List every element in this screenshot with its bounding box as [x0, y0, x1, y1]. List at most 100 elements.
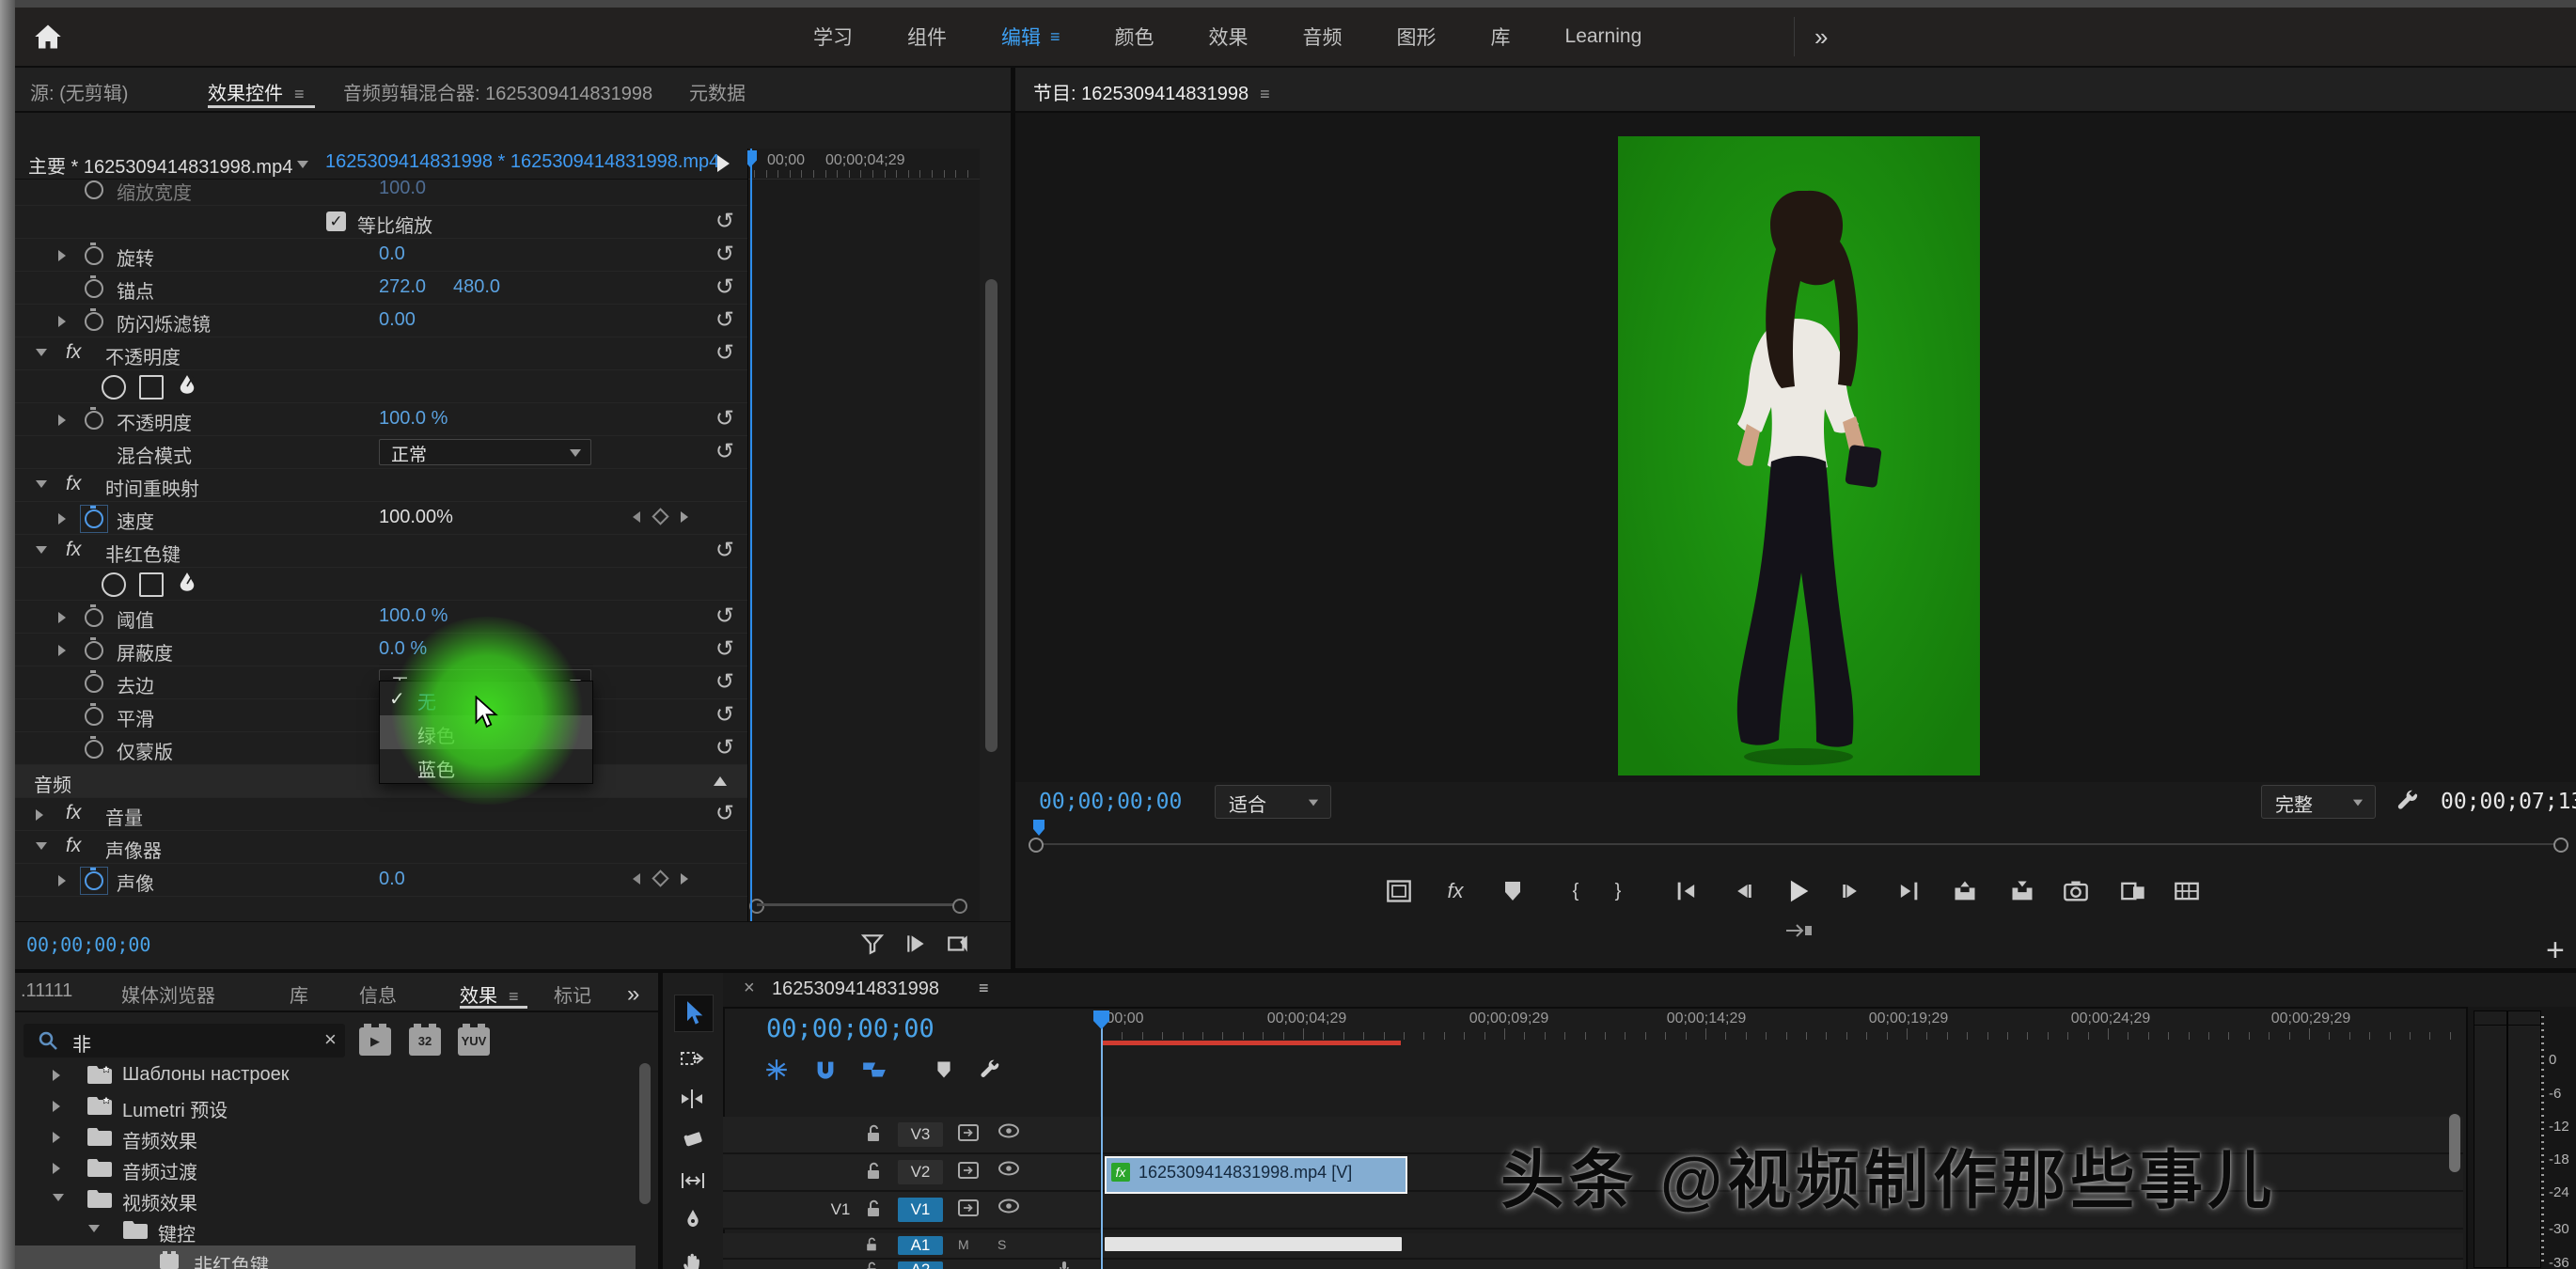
- property-value[interactable]: 100.00%: [379, 507, 453, 528]
- tree-item-非红色键[interactable]: 非红色键: [15, 1246, 636, 1269]
- stopwatch-icon[interactable]: [85, 279, 103, 298]
- snap-icon[interactable]: [809, 1054, 841, 1086]
- previous-keyframe-icon[interactable]: [633, 873, 640, 885]
- reset-parameter-icon[interactable]: ↺: [715, 241, 734, 268]
- yuv-badge[interactable]: YUV: [458, 1027, 490, 1056]
- timeline-clip[interactable]: fx 1625309414831998.mp4 [V]: [1105, 1156, 1407, 1194]
- reset-parameter-icon[interactable]: ↺: [715, 800, 734, 827]
- mark-in-icon[interactable]: {: [1560, 875, 1592, 907]
- stopwatch-icon[interactable]: [85, 740, 103, 759]
- stopwatch-icon[interactable]: [85, 707, 103, 726]
- vertical-scrollbar[interactable]: [2449, 1114, 2460, 1172]
- extract-icon[interactable]: [2006, 875, 2038, 907]
- chevron-right-icon[interactable]: [58, 612, 66, 623]
- add-keyframe-icon[interactable]: [652, 508, 668, 525]
- stopwatch-icon[interactable]: [85, 180, 103, 199]
- stopwatch-icon[interactable]: [85, 608, 103, 627]
- tree-item-键控[interactable]: 键控: [15, 1214, 636, 1246]
- go-to-in-icon[interactable]: [1671, 875, 1703, 907]
- export-frame-icon[interactable]: [946, 932, 970, 956]
- chevron-right-icon[interactable]: [58, 250, 66, 261]
- lock-icon[interactable]: [864, 1236, 879, 1253]
- lift-icon[interactable]: [1949, 875, 1981, 907]
- previous-keyframe-icon[interactable]: [633, 511, 640, 523]
- track-name-badge[interactable]: V1: [898, 1198, 943, 1222]
- tab-标记[interactable]: 标记: [554, 980, 591, 1008]
- menu-item-音频[interactable]: 音频: [1276, 23, 1370, 51]
- keyframe-lane[interactable]: 00;00 00;00;04;29: [747, 149, 980, 921]
- reset-parameter-icon[interactable]: ↺: [715, 603, 734, 630]
- sequence-clip-name[interactable]: 1625309414831998 * 1625309414831998.mp4: [325, 151, 719, 173]
- workspace-overflow-button[interactable]: »: [1814, 23, 1824, 52]
- play-clip-icon[interactable]: [904, 932, 929, 956]
- chevron-down-icon[interactable]: [36, 349, 47, 356]
- export-frame-icon[interactable]: [2060, 875, 2092, 907]
- menu-item-编辑[interactable]: 编辑≡: [974, 23, 1088, 51]
- clear-search-icon[interactable]: ×: [324, 1027, 337, 1052]
- track-name-badge[interactable]: V2: [898, 1160, 943, 1184]
- 32bit-badge[interactable]: 32: [409, 1027, 441, 1056]
- property-value[interactable]: 272.0: [379, 276, 426, 298]
- tab-.11111[interactable]: .11111: [21, 980, 72, 1002]
- play-button[interactable]: [1782, 875, 1814, 907]
- panel-menu-icon[interactable]: ≡: [1050, 27, 1060, 47]
- reset-parameter-icon[interactable]: ↺: [715, 405, 734, 432]
- dropdown-混合模式[interactable]: 正常: [379, 439, 591, 465]
- track-name-badge[interactable]: A2: [898, 1261, 943, 1269]
- mark-out-icon[interactable]: }: [1602, 875, 1634, 907]
- tab-信息[interactable]: 信息: [359, 980, 397, 1008]
- menu-item-组件[interactable]: 组件: [880, 23, 974, 51]
- track-select-forward-tool[interactable]: [674, 1041, 712, 1076]
- tab-库[interactable]: 库: [290, 980, 308, 1008]
- drag-video-icon[interactable]: [1784, 921, 1813, 940]
- safe-margins-icon[interactable]: [1383, 875, 1415, 907]
- zoom-track[interactable]: [757, 903, 960, 906]
- panel-overflow-button[interactable]: »: [627, 981, 636, 1008]
- tab-音频剪辑混合器: 1625309414831998[interactable]: 音频剪辑混合器: 1625309414831998: [343, 78, 652, 105]
- panel-menu-icon[interactable]: ≡: [294, 85, 305, 103]
- collapse-section-icon[interactable]: [714, 776, 727, 786]
- panel-menu-icon[interactable]: ≡: [509, 987, 519, 1006]
- chevron-right-icon[interactable]: [58, 875, 66, 886]
- accelerated-effects-badge[interactable]: ▶: [359, 1027, 391, 1056]
- stopwatch-icon[interactable]: [85, 509, 103, 528]
- tree-item-Шаблоны настроек[interactable]: Шаблоны настроек: [15, 1059, 636, 1090]
- chevron-right-icon[interactable]: [36, 809, 43, 821]
- add-button[interactable]: +: [2546, 932, 2565, 969]
- toggle-track-output-eye-icon[interactable]: [997, 1198, 1020, 1214]
- vertical-scrollbar[interactable]: [985, 279, 997, 752]
- linked-selection-icon[interactable]: [858, 1054, 890, 1086]
- zoom-scrollbar[interactable]: [749, 899, 967, 912]
- tab-媒体浏览器[interactable]: 媒体浏览器: [121, 980, 215, 1008]
- ellipse-mask-icon[interactable]: [102, 375, 126, 400]
- source-patch[interactable]: V1: [825, 1198, 856, 1222]
- slip-tool[interactable]: [674, 1163, 712, 1198]
- hand-tool[interactable]: [674, 1246, 712, 1269]
- property-value[interactable]: 100.0 %: [379, 605, 448, 627]
- menu-item-库[interactable]: 库: [1464, 23, 1538, 51]
- playback-resolution-select[interactable]: 完整: [2261, 785, 2376, 819]
- vertical-scrollbar[interactable]: [639, 1063, 651, 1204]
- stopwatch-icon[interactable]: [85, 246, 103, 265]
- chevron-down-icon[interactable]: [36, 842, 47, 850]
- reset-parameter-icon[interactable]: ↺: [715, 537, 734, 564]
- timeline-settings-icon[interactable]: [973, 1054, 1005, 1086]
- tab-源: (无剪辑)[interactable]: 源: (无剪辑): [30, 78, 128, 105]
- tab-元数据[interactable]: 元数据: [689, 78, 746, 105]
- track-name-badge[interactable]: V3: [898, 1122, 943, 1147]
- property-value[interactable]: 100.0 %: [379, 408, 448, 430]
- ripple-edit-tool[interactable]: [674, 1081, 712, 1117]
- chevron-right-icon[interactable]: [53, 1101, 60, 1112]
- reset-parameter-icon[interactable]: ↺: [715, 635, 734, 663]
- menu-item-效果[interactable]: 效果: [1182, 23, 1276, 51]
- reset-parameter-icon[interactable]: ↺: [715, 274, 734, 301]
- menu-item-颜色[interactable]: 颜色: [1088, 23, 1182, 51]
- chevron-down-icon[interactable]: [53, 1194, 64, 1201]
- tree-item-视频效果[interactable]: 视频效果: [15, 1183, 636, 1214]
- menu-item-Learning[interactable]: Learning: [1538, 25, 1670, 48]
- property-value[interactable]: 0.00: [379, 309, 416, 331]
- seek-handle-left[interactable]: [1029, 838, 1044, 853]
- stopwatch-icon[interactable]: [85, 871, 103, 890]
- chevron-down-icon[interactable]: [36, 546, 47, 554]
- rect-mask-icon[interactable]: [139, 572, 164, 597]
